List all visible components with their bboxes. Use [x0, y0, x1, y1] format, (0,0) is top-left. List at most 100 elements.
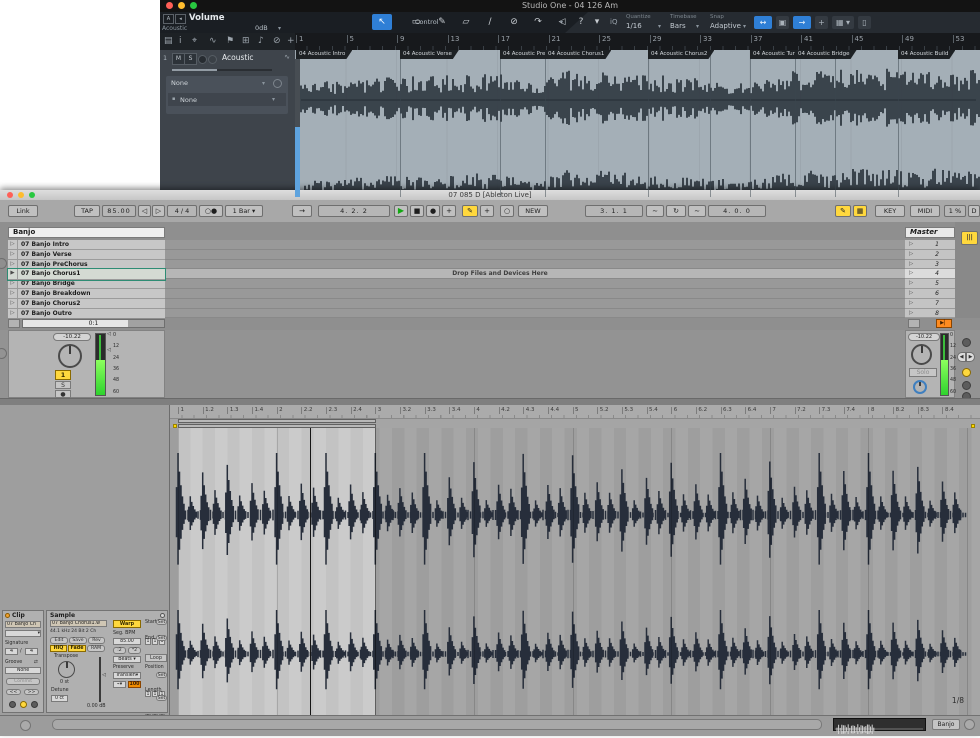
sample-waveform-display[interactable] — [170, 428, 980, 715]
transpose-knob[interactable] — [58, 661, 75, 678]
loop-button[interactable]: ↻ — [666, 205, 686, 217]
stop-all-clips-button[interactable]: ▶▏ — [936, 319, 952, 328]
disable-icon[interactable]: ⊘ — [273, 36, 281, 46]
arrange-view[interactable]: 04 Acoustic Intro 04 Acoustic Verse 04 Aco… — [295, 50, 980, 197]
quantization-menu[interactable]: 1 Bar ▾ — [225, 205, 263, 217]
selected-track-button[interactable]: Banjo — [932, 719, 960, 730]
scene-row[interactable]: ▷2 — [905, 250, 955, 260]
half-tempo-button[interactable]: :2 — [113, 647, 126, 654]
snap-value[interactable]: Adaptive — [710, 22, 741, 30]
master-stop-button[interactable] — [908, 319, 920, 328]
master-pan-knob[interactable] — [911, 344, 932, 365]
insert-marker[interactable] — [310, 428, 311, 715]
clip-section-label[interactable]: 04 Acoustic Bridge — [795, 50, 857, 59]
preserve-menu[interactable]: Transien▾ — [113, 672, 141, 679]
eraser-tool-icon[interactable]: ▱ — [456, 14, 476, 30]
beat-ruler-label[interactable]: 8.2 — [893, 407, 904, 414]
beat-ruler-label[interactable]: 4.3 — [523, 407, 534, 414]
position-set-button[interactable]: Set — [156, 672, 167, 678]
arrangement-position-display[interactable]: 4. 2. 2 — [318, 205, 390, 217]
scene-launch-button[interactable]: ▷ — [909, 241, 913, 247]
loop-length-display[interactable]: 4. 0. 0 — [708, 205, 766, 217]
automation-value[interactable]: 0dB — [255, 24, 268, 32]
timeline-ruler-tick[interactable]: 41 — [801, 35, 813, 43]
automation-arm-button[interactable]: ✎ — [462, 205, 478, 217]
info-view-toggle[interactable] — [20, 720, 31, 731]
beat-ruler-label[interactable]: 7.3 — [819, 407, 830, 414]
clip-overview[interactable] — [833, 718, 926, 731]
record-button[interactable]: ● — [426, 205, 440, 217]
new-button[interactable]: NEW — [518, 205, 548, 217]
beat-ruler-label[interactable]: 7.4 — [844, 407, 855, 414]
nudge-forward-button[interactable]: >> — [24, 689, 39, 695]
clip-section-label[interactable]: 04 Acoustic Verse — [400, 50, 459, 59]
timeline-ruler-tick[interactable]: 17 — [498, 35, 510, 43]
timeline-ruler-tick[interactable]: 53 — [953, 35, 965, 43]
scene-row[interactable]: ▷7 — [905, 299, 955, 309]
sends-right-toggle[interactable]: ▶ — [966, 352, 975, 362]
follow-toggle-button[interactable]: → — [793, 16, 811, 29]
beat-ruler-label[interactable]: 2.4 — [351, 407, 362, 414]
beat-ruler-label[interactable]: 7.2 — [795, 407, 806, 414]
fade-button[interactable]: Fade — [68, 645, 86, 652]
metronome-button[interactable]: ○● — [199, 205, 223, 217]
bend-tool-icon[interactable]: ↷ — [528, 14, 548, 30]
envelope-box-to ggle[interactable] — [31, 701, 38, 708]
send-slot[interactable]: ▪ None ▾ — [168, 93, 286, 106]
mute-tool-icon[interactable]: ⊘ — [504, 14, 524, 30]
beat-ruler-label[interactable]: 4.2 — [499, 407, 510, 414]
clip-section-label[interactable]: 04 Acoustic Chorus1 — [545, 50, 611, 59]
timeline-ruler-tick[interactable]: 21 — [549, 35, 561, 43]
commit-button[interactable]: Commit — [6, 678, 40, 685]
edit-button[interactable]: Edit — [50, 637, 68, 644]
clip-color-menu[interactable]: ▾ — [5, 630, 41, 637]
beat-ruler-label[interactable]: 2.3 — [326, 407, 337, 414]
draw-mode-button[interactable]: ✎ — [835, 205, 851, 217]
track-delay-toggle[interactable] — [962, 381, 971, 390]
beat-ruler-label[interactable]: 2 — [277, 407, 283, 414]
chevron-down-icon[interactable]: ▾ — [743, 23, 746, 30]
io-section-toggle[interactable] — [962, 338, 971, 347]
overdub-button[interactable]: + — [442, 205, 456, 217]
loop-brace[interactable] — [178, 419, 376, 423]
timeline-ruler-tick[interactable]: 33 — [700, 35, 712, 43]
double-tempo-button[interactable]: *2 — [128, 647, 141, 654]
scene-row[interactable]: ▷8 — [905, 309, 955, 319]
beat-ruler-label[interactable]: 8.4 — [942, 407, 953, 414]
clip-color-icon[interactable] — [5, 613, 10, 618]
save-button[interactable]: Save — [69, 637, 87, 644]
punch-in-button[interactable]: ∼ — [646, 205, 664, 217]
timeline-ruler-tick[interactable]: 9 — [397, 35, 404, 43]
play-button[interactable]: ▶ — [394, 205, 408, 217]
beat-ruler-label[interactable]: 6.4 — [745, 407, 756, 414]
clip-slot[interactable]: ▶07 Banjo Chorus1 — [8, 269, 165, 279]
gear-icon[interactable] — [273, 79, 282, 88]
input-quantize-toggle[interactable]: iQ — [610, 18, 617, 26]
range-tool-icon[interactable]: ▭ — [406, 14, 426, 30]
scene-row[interactable]: ▷1 — [905, 240, 955, 250]
scene-launch-button[interactable]: ▷ — [909, 280, 913, 286]
listen-tool-icon[interactable]: ◁ — [552, 14, 572, 30]
scene-row[interactable]: ▷4 — [905, 269, 955, 279]
timeline-ruler-tick[interactable]: 29 — [650, 35, 662, 43]
start-set-button[interactable]: Set — [156, 619, 167, 625]
warp-button[interactable]: Warp — [113, 620, 141, 628]
wrench-icon[interactable]: ⌖ — [192, 36, 197, 46]
master-volume-value[interactable]: -10.22 — [908, 333, 940, 341]
tool-menu-icon[interactable]: ▾ — [590, 14, 604, 30]
start-end-marker-bar[interactable] — [178, 424, 376, 428]
beat-ruler-label[interactable]: 8 — [868, 407, 874, 414]
clip-section-label[interactable]: 04 Acoustic Chorus2 — [648, 50, 714, 59]
audio-to-button[interactable]: 1 — [55, 370, 71, 380]
record-arm-button[interactable] — [198, 55, 207, 64]
loop-start-display[interactable]: 3. 1. 1 — [585, 205, 643, 217]
length-set-button[interactable]: Set — [156, 695, 167, 701]
key-map-button[interactable]: KEY — [875, 205, 905, 217]
clip-section-label[interactable]: 04 Acoustic Intro — [296, 50, 352, 59]
beat-ruler-label[interactable]: 3.2 — [400, 407, 411, 414]
beat-ruler-label[interactable]: 2.2 — [301, 407, 312, 414]
beat-ruler-label[interactable]: 1.4 — [252, 407, 263, 414]
track-stop-button[interactable] — [8, 319, 20, 328]
beat-ruler-label[interactable]: 6.2 — [696, 407, 707, 414]
marker-flag-icon[interactable]: ⚑ — [226, 36, 234, 46]
